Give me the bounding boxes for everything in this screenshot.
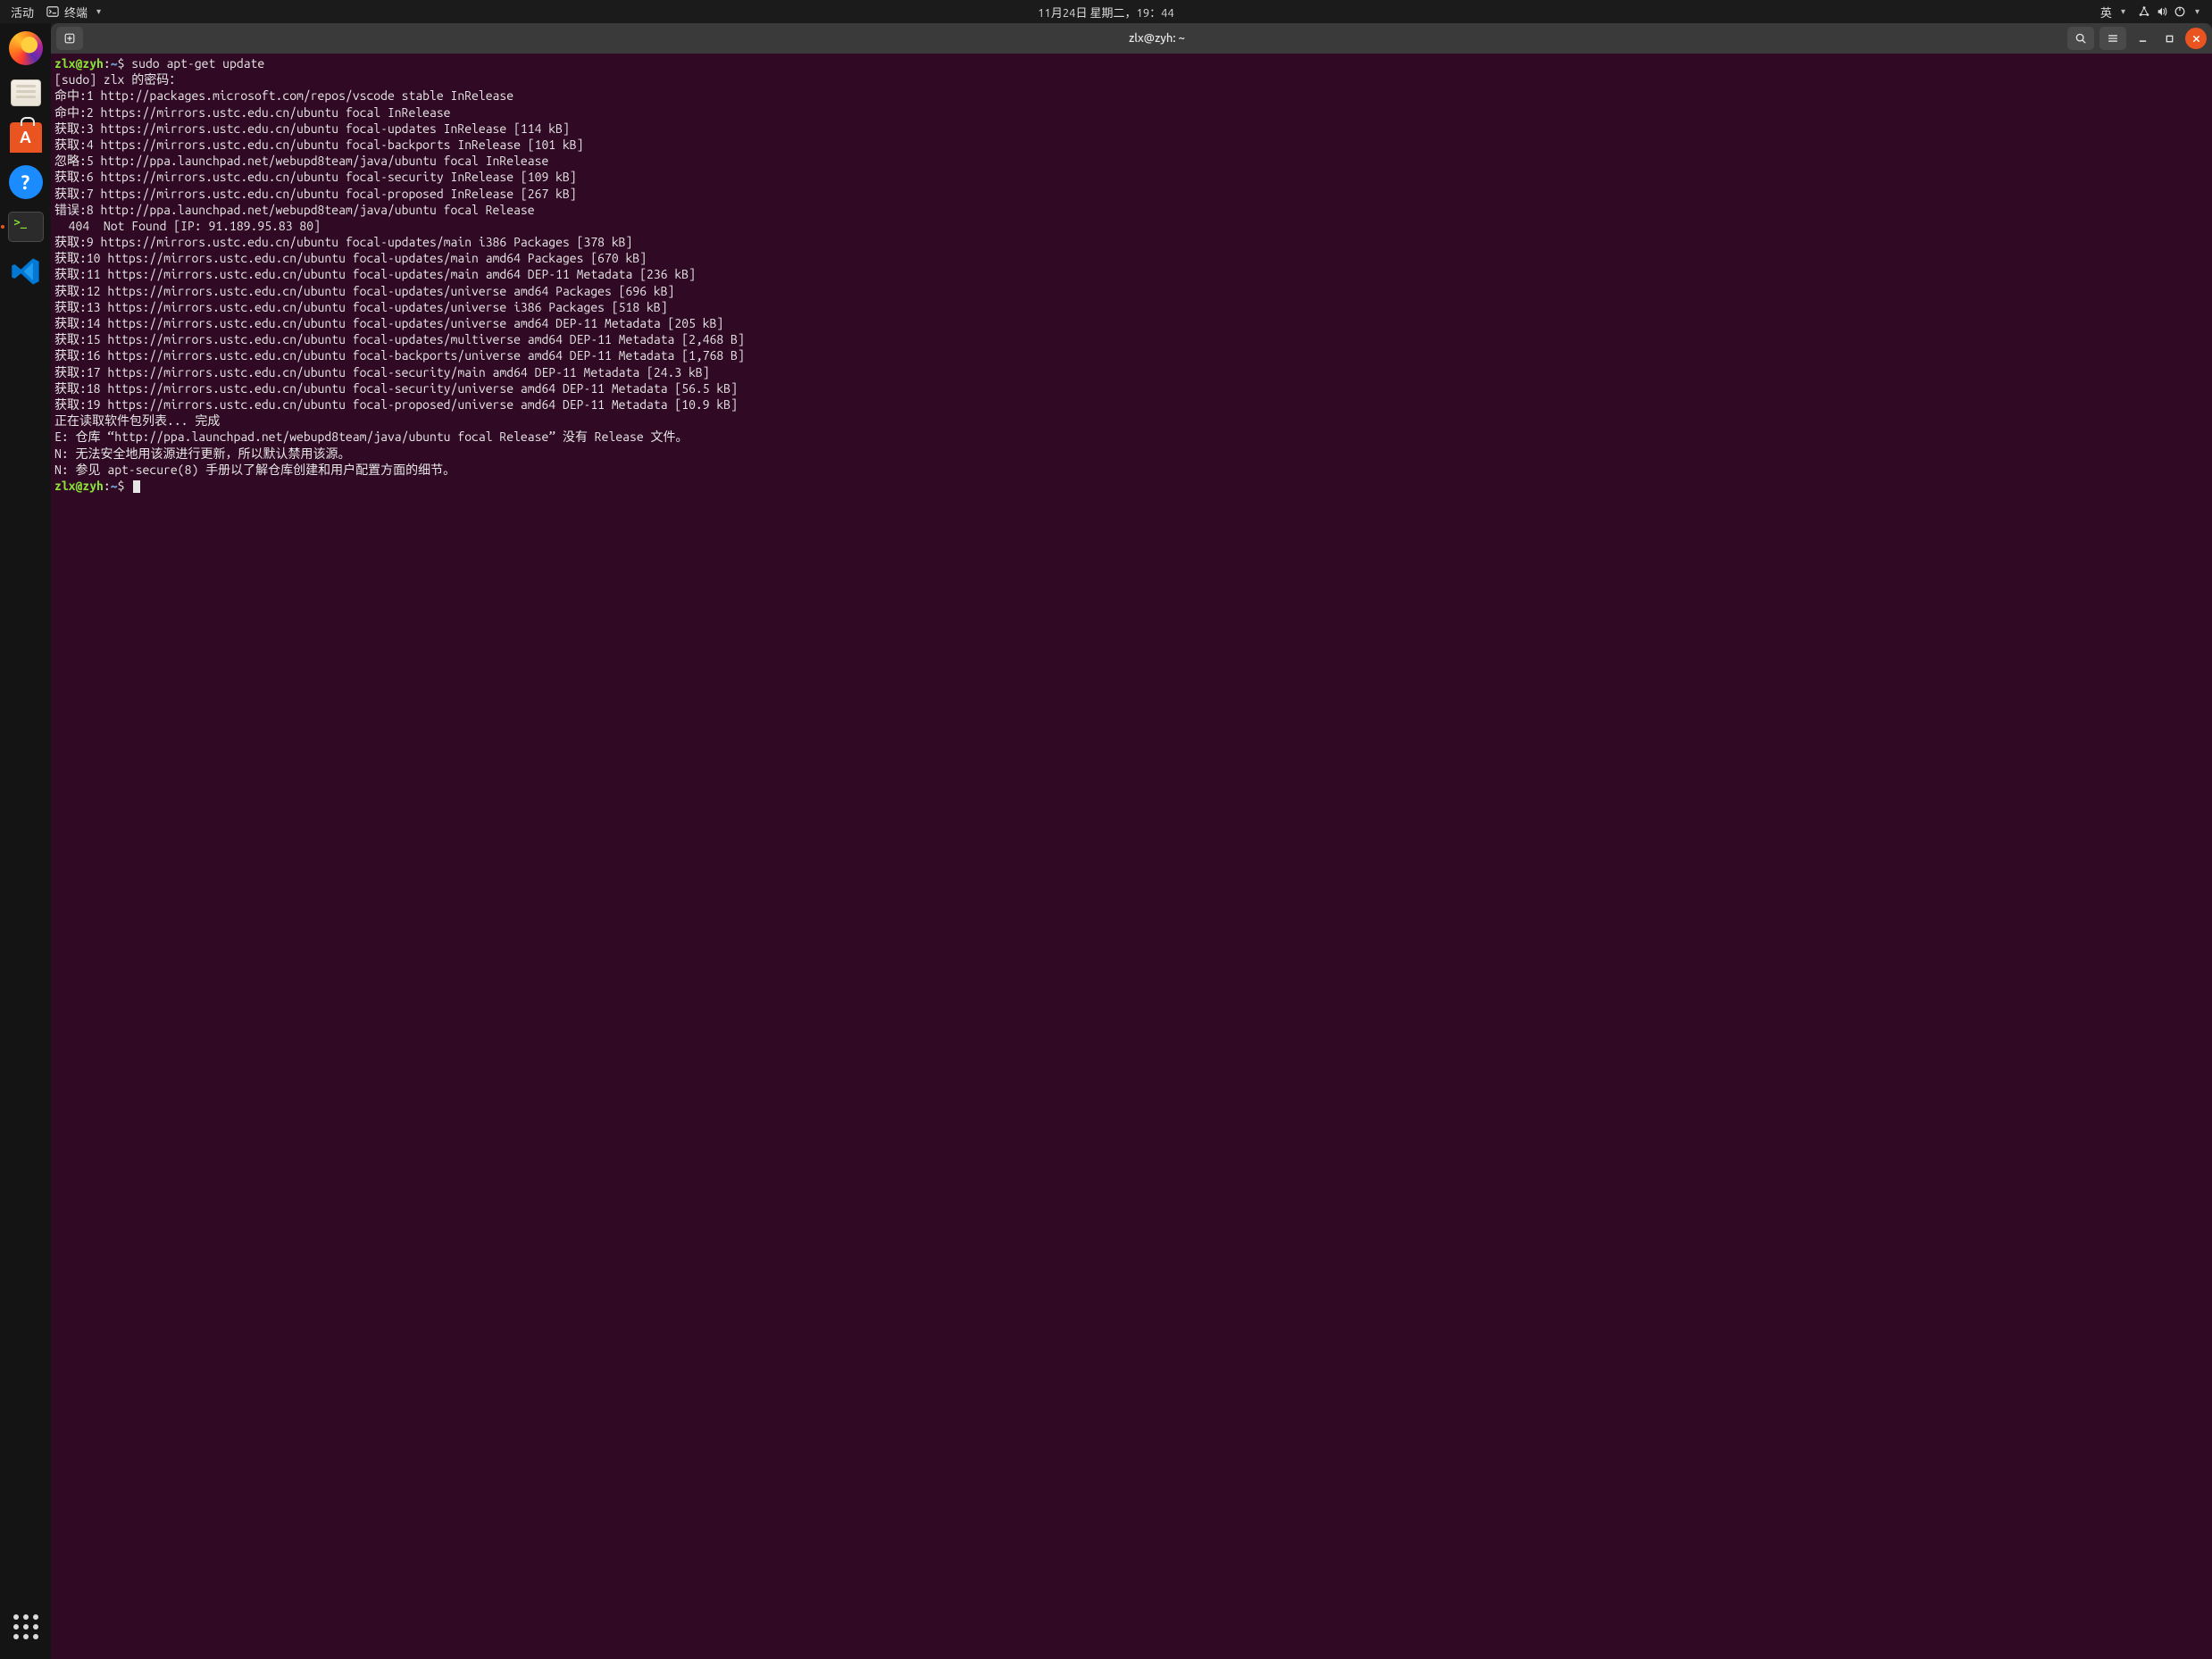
volume-icon <box>2156 5 2168 18</box>
dock-firefox[interactable] <box>6 29 46 68</box>
minimize-icon <box>2138 34 2148 44</box>
maximize-icon <box>2165 34 2174 44</box>
hamburger-menu-button[interactable] <box>2099 27 2126 50</box>
search-icon <box>2074 32 2087 45</box>
app-menu[interactable]: 终端 <box>46 4 101 21</box>
input-method-label: 英 <box>2100 4 2112 21</box>
terminal-window: zlx@zyh: ~ zlx@zyh:~$ sudo apt-get updat… <box>51 23 2212 1659</box>
vscode-icon <box>10 255 42 288</box>
input-method-indicator[interactable]: 英 <box>2100 4 2125 21</box>
new-tab-icon <box>63 32 76 45</box>
clock[interactable]: 11月24日 星期二，19：44 <box>1038 4 1174 21</box>
dock-vscode[interactable] <box>6 252 46 291</box>
help-icon: ? <box>9 165 43 199</box>
terminal-app-icon <box>46 5 59 18</box>
gnome-topbar: 活动 终端 11月24日 星期二，19：44 英 <box>0 0 2212 23</box>
window-titlebar: zlx@zyh: ~ <box>51 23 2212 54</box>
new-tab-button[interactable] <box>56 27 83 50</box>
dock-help[interactable]: ? <box>6 163 46 202</box>
terminal-icon <box>8 212 44 242</box>
ubuntu-software-icon <box>10 122 42 153</box>
activities-button[interactable]: 活动 <box>11 4 34 21</box>
dock-files[interactable] <box>6 73 46 113</box>
hamburger-icon <box>2107 32 2119 45</box>
system-status-area[interactable] <box>2138 5 2199 18</box>
ubuntu-dock: ? <box>0 23 51 1659</box>
terminal-cursor <box>133 480 140 493</box>
minimize-button[interactable] <box>2132 28 2153 49</box>
terminal-output[interactable]: zlx@zyh:~$ sudo apt-get update [sudo] zl… <box>51 54 2212 1659</box>
close-icon <box>2191 34 2201 44</box>
network-icon <box>2138 5 2150 18</box>
show-applications-button[interactable] <box>6 1607 46 1646</box>
search-button[interactable] <box>2067 27 2094 50</box>
firefox-icon <box>9 31 43 65</box>
maximize-button[interactable] <box>2158 28 2180 49</box>
clock-label: 11月24日 星期二，19：44 <box>1038 7 1174 20</box>
app-menu-label: 终端 <box>64 4 88 21</box>
files-icon <box>11 79 41 106</box>
dock-ubuntu-software[interactable] <box>6 118 46 157</box>
close-button[interactable] <box>2185 28 2207 49</box>
activities-label: 活动 <box>11 4 34 21</box>
dock-terminal[interactable] <box>6 207 46 246</box>
window-title: zlx@zyh: ~ <box>102 32 2212 45</box>
power-icon <box>2174 5 2186 18</box>
